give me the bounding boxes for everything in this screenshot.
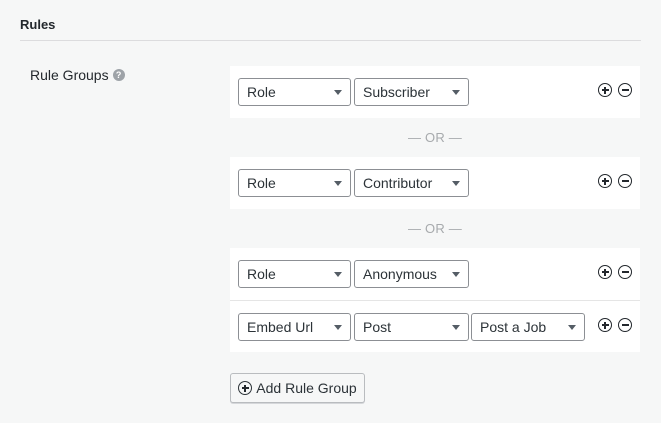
chevron-down-icon: [334, 181, 342, 186]
rule-group-3: Role Anonymous Embed Url Post Post a Job: [230, 248, 640, 352]
rule-actions: [598, 318, 632, 332]
rule-extra-select[interactable]: Post a Job: [471, 313, 585, 341]
select-value: Subscriber: [363, 84, 430, 100]
plus-circle-icon[interactable]: [598, 318, 612, 332]
select-value: Contributor: [363, 175, 433, 191]
chevron-down-icon: [452, 90, 460, 95]
rule-actions: [598, 83, 632, 97]
plus-circle-icon[interactable]: [598, 83, 612, 97]
plus-circle-icon[interactable]: [598, 174, 612, 188]
rule-value-select[interactable]: Anonymous: [354, 260, 469, 288]
minus-circle-icon[interactable]: [618, 265, 632, 279]
chevron-down-icon: [334, 325, 342, 330]
minus-circle-icon[interactable]: [618, 83, 632, 97]
add-rule-group-button[interactable]: Add Rule Group: [230, 373, 365, 403]
rule-actions: [598, 265, 632, 279]
select-value: Role: [247, 266, 276, 282]
select-value: Post: [363, 319, 392, 335]
select-value: Role: [247, 84, 276, 100]
rule-value-select[interactable]: Contributor: [354, 169, 469, 197]
rule-row: Role Anonymous: [230, 248, 640, 300]
rule-group-2: Role Contributor: [230, 157, 640, 209]
plus-circle-icon[interactable]: [598, 265, 612, 279]
rule-type-select[interactable]: Role: [238, 169, 351, 197]
rule-row: Role Contributor: [230, 157, 640, 209]
add-rule-group-label: Add Rule Group: [256, 380, 357, 396]
help-icon[interactable]: ?: [112, 69, 125, 81]
select-value: Role: [247, 175, 276, 191]
chevron-down-icon: [452, 272, 460, 277]
plus-circle-icon: [238, 381, 253, 395]
rule-value-select[interactable]: Post: [354, 313, 469, 341]
rule-type-select[interactable]: Role: [238, 260, 351, 288]
rule-type-select[interactable]: Embed Url: [238, 313, 351, 341]
rule-groups-label-text: Rule Groups: [30, 67, 109, 83]
minus-circle-icon[interactable]: [618, 174, 632, 188]
rule-actions: [598, 174, 632, 188]
rule-row: Embed Url Post Post a Job: [230, 300, 640, 352]
or-separator: — OR —: [408, 221, 462, 236]
chevron-down-icon: [452, 325, 460, 330]
rule-group-1: Role Subscriber: [230, 66, 640, 118]
rule-row: Role Subscriber: [230, 66, 640, 118]
chevron-down-icon: [568, 325, 576, 330]
chevron-down-icon: [452, 181, 460, 186]
or-separator: — OR —: [408, 130, 462, 145]
rule-value-select[interactable]: Subscriber: [354, 78, 469, 106]
select-value: Post a Job: [480, 319, 547, 335]
chevron-down-icon: [334, 90, 342, 95]
rule-type-select[interactable]: Role: [238, 78, 351, 106]
rule-groups-label: Rule Groups ?: [30, 67, 125, 83]
section-divider: [20, 40, 641, 41]
minus-circle-icon[interactable]: [618, 318, 632, 332]
select-value: Embed Url: [247, 319, 314, 335]
chevron-down-icon: [334, 272, 342, 277]
select-value: Anonymous: [363, 266, 437, 282]
section-title: Rules: [20, 17, 56, 32]
